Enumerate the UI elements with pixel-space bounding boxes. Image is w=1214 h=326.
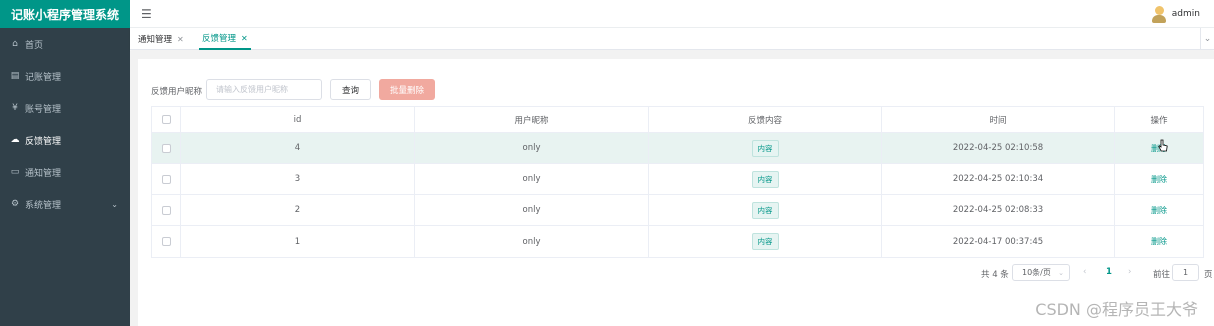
- table-row: 1 only 内容 2022-04-17 00:37:45 删除: [152, 226, 1203, 257]
- sidebar-item-system[interactable]: ⚙ 系统管理 ⌄: [0, 188, 130, 220]
- page-suffix: 页: [1204, 270, 1213, 280]
- tab-feedback[interactable]: 反馈管理 ✕: [199, 28, 251, 50]
- chevron-down-icon[interactable]: ⌄: [1200, 28, 1214, 50]
- cell-nickname: only: [415, 195, 649, 225]
- sidebar-item-home[interactable]: ⌂ 首页: [0, 28, 130, 60]
- cell-nickname: only: [415, 226, 649, 257]
- column-header-time: 时间: [882, 107, 1115, 132]
- delete-link[interactable]: 删除: [1151, 205, 1167, 216]
- cell-time: 2022-04-25 02:10:34: [882, 164, 1115, 194]
- column-header-actions: 操作: [1150, 115, 1168, 126]
- table-row: 2 only 内容 2022-04-25 02:08:33 删除: [152, 195, 1203, 226]
- cell-id: 2: [181, 195, 415, 225]
- cell-nickname: only: [415, 164, 649, 194]
- sidebar-item-accounts[interactable]: ¥ 账号管理: [0, 92, 130, 124]
- table-row: 4 only 内容 2022-04-25 02:10:58 删除: [152, 133, 1203, 164]
- goto-page-input[interactable]: 1: [1172, 264, 1199, 281]
- sidebar-item-label: 系统管理: [25, 200, 62, 211]
- home-icon: ⌂: [12, 39, 18, 49]
- top-header: ☰ admin: [130, 0, 1214, 28]
- tab-label: 通知管理: [138, 35, 173, 45]
- sidebar: 记账小程序管理系统 ⌂ 首页 ▤ 记账管理 ¥ 账号管理 ☁ 反馈管理 ▭ 通知…: [0, 0, 130, 326]
- batch-delete-button[interactable]: 批量删除: [379, 79, 435, 100]
- watermark: CSDN @程序员王大爷: [1035, 300, 1198, 319]
- tab-bar: 通知管理 ✕ 反馈管理 ✕ ⌄: [130, 28, 1214, 50]
- content-card: 反馈用户昵称 请输入反馈用户昵称 查询 批量删除 id 用户昵称 反馈内容 时间…: [138, 59, 1214, 326]
- sidebar-item-accounting[interactable]: ▤ 记账管理: [0, 60, 130, 92]
- sidebar-item-label: 账号管理: [25, 104, 62, 115]
- main-content: 反馈用户昵称 请输入反馈用户昵称 查询 批量删除 id 用户昵称 反馈内容 时间…: [130, 51, 1214, 326]
- cell-id: 1: [181, 226, 415, 257]
- currency-icon: ¥: [12, 103, 18, 113]
- sidebar-item-notices[interactable]: ▭ 通知管理: [0, 156, 130, 188]
- goto-label: 前往: [1153, 270, 1171, 280]
- row-checkbox[interactable]: [161, 174, 171, 184]
- cell-id: 4: [181, 133, 415, 163]
- hand-cursor-icon: [1158, 139, 1168, 151]
- query-button[interactable]: 查询: [330, 79, 371, 100]
- cell-time: 2022-04-25 02:10:58: [882, 133, 1115, 163]
- feedback-table: id 用户昵称 反馈内容 时间 操作 4 only 内容 2022-04-25 …: [151, 106, 1204, 258]
- sidebar-item-label: 首页: [25, 40, 44, 51]
- sidebar-item-feedback[interactable]: ☁ 反馈管理: [0, 124, 130, 156]
- user-name: admin: [1171, 9, 1200, 19]
- user-menu[interactable]: admin: [1151, 5, 1200, 23]
- sidebar-item-label: 反馈管理: [25, 136, 62, 147]
- content-tag[interactable]: 内容: [751, 233, 779, 250]
- tab-label: 反馈管理: [202, 34, 237, 44]
- document-icon: ▤: [10, 71, 20, 81]
- close-icon[interactable]: ✕: [241, 34, 248, 43]
- delete-link[interactable]: 删除: [1151, 139, 1168, 154]
- chevron-down-icon: ⌄: [111, 199, 118, 209]
- select-all-checkbox[interactable]: [161, 115, 171, 124]
- search-input[interactable]: 请输入反馈用户昵称: [206, 79, 322, 100]
- app-title: 记账小程序管理系统: [0, 0, 130, 28]
- content-tag[interactable]: 内容: [751, 201, 779, 219]
- content-tag[interactable]: 内容: [751, 139, 779, 157]
- settings-icon: ⚙: [10, 199, 20, 209]
- close-icon[interactable]: ✕: [177, 35, 184, 44]
- column-header-content: 反馈内容: [649, 107, 882, 132]
- next-page-icon[interactable]: ›: [1128, 267, 1131, 277]
- cell-id: 3: [181, 164, 415, 194]
- prev-page-icon[interactable]: ‹: [1083, 267, 1086, 277]
- table-row: 3 only 内容 2022-04-25 02:10:34 删除: [152, 164, 1203, 195]
- menu-toggle-icon[interactable]: ☰: [141, 7, 152, 21]
- row-checkbox[interactable]: [161, 143, 171, 153]
- notice-icon: ▭: [10, 167, 20, 177]
- feedback-icon: ☁: [10, 135, 20, 145]
- sidebar-item-label: 通知管理: [25, 168, 62, 179]
- sidebar-item-label: 记账管理: [25, 72, 62, 83]
- avatar: [1151, 5, 1166, 23]
- search-label: 反馈用户昵称: [151, 87, 203, 97]
- row-checkbox[interactable]: [161, 237, 171, 246]
- row-checkbox[interactable]: [161, 205, 171, 215]
- chevron-down-icon: ⌄: [1058, 268, 1064, 277]
- cell-time: 2022-04-17 00:37:45: [882, 226, 1115, 257]
- page-number-current[interactable]: 1: [1106, 267, 1112, 277]
- page-size-select[interactable]: 10条/页 ⌄: [1012, 264, 1070, 281]
- cell-nickname: only: [415, 133, 649, 163]
- delete-link[interactable]: 删除: [1151, 174, 1167, 185]
- column-header-nickname: 用户昵称: [415, 107, 649, 132]
- cell-time: 2022-04-25 02:08:33: [882, 195, 1115, 225]
- table-header: id 用户昵称 反馈内容 时间 操作: [152, 107, 1203, 133]
- column-header-id: id: [181, 107, 415, 132]
- content-tag[interactable]: 内容: [751, 170, 779, 188]
- tab-notices[interactable]: 通知管理 ✕: [138, 28, 184, 50]
- pagination: 共 4 条 10条/页 ⌄ ‹ 1 › 前往 1 页: [138, 264, 1214, 282]
- total-count: 共 4 条: [981, 270, 1009, 280]
- delete-link[interactable]: 删除: [1151, 236, 1167, 247]
